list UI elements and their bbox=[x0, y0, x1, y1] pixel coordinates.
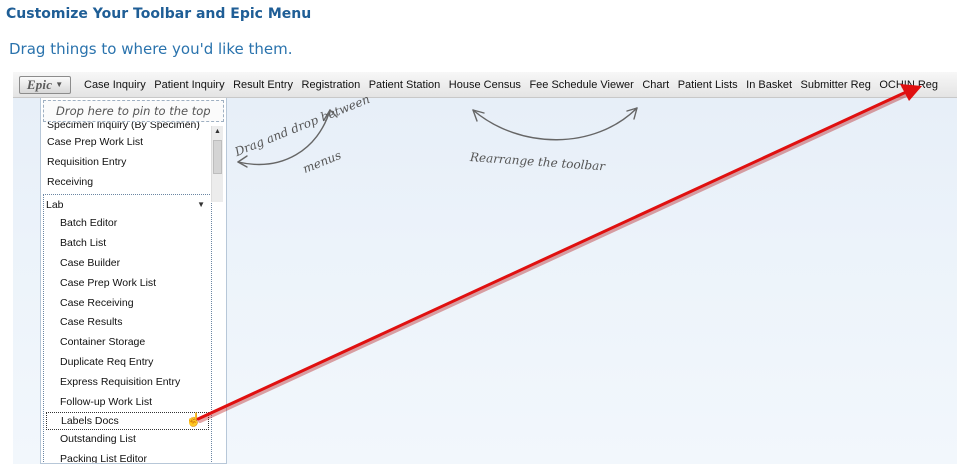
lab-item-container-storage[interactable]: Container Storage bbox=[44, 333, 211, 353]
menu-item-specimen-inquiry[interactable]: Specimen Inquiry (By Specimen) bbox=[41, 122, 226, 133]
lab-item-case-results[interactable]: Case Results bbox=[44, 313, 211, 333]
chevron-down-icon[interactable]: ▼ bbox=[197, 200, 205, 209]
lab-group: Lab ▼ Batch Editor Batch List Case Build… bbox=[43, 194, 212, 463]
lab-item-follow-up-work-list[interactable]: Follow-up Work List bbox=[44, 393, 211, 413]
lab-item-express-requisition-entry[interactable]: Express Requisition Entry bbox=[44, 373, 211, 393]
epic-toolbar: Epic ▼ Case Inquiry Patient Inquiry Resu… bbox=[13, 72, 957, 98]
page-subtitle: Drag things to where you'd like them. bbox=[9, 40, 293, 58]
lab-item-case-prep-work-list[interactable]: Case Prep Work List bbox=[44, 274, 211, 294]
toolbar-item-fee-schedule-viewer[interactable]: Fee Schedule Viewer bbox=[529, 79, 633, 91]
toolbar-item-patient-inquiry[interactable]: Patient Inquiry bbox=[154, 79, 224, 91]
chevron-down-icon: ▼ bbox=[55, 80, 64, 89]
scroll-thumb[interactable] bbox=[213, 140, 222, 174]
lab-item-batch-editor[interactable]: Batch Editor bbox=[44, 214, 211, 234]
lab-group-label: Lab bbox=[46, 198, 64, 211]
page-title: Customize Your Toolbar and Epic Menu bbox=[6, 6, 312, 22]
menu-item-case-prep-work-list[interactable]: Case Prep Work List bbox=[41, 133, 226, 153]
epic-logo: Epic bbox=[26, 76, 53, 92]
grab-hand-icon: ☝ bbox=[185, 412, 202, 428]
epic-menu-button[interactable]: Epic ▼ bbox=[19, 75, 71, 94]
lab-item-batch-list[interactable]: Batch List bbox=[44, 234, 211, 254]
lab-item-case-builder[interactable]: Case Builder bbox=[44, 254, 211, 274]
lab-item-outstanding-list[interactable]: Outstanding List bbox=[44, 430, 211, 450]
lab-group-header[interactable]: Lab ▼ bbox=[44, 195, 211, 214]
menu-item-requisition-entry[interactable]: Requisition Entry bbox=[41, 153, 226, 173]
scroll-up-icon[interactable]: ▲ bbox=[212, 126, 223, 138]
lab-item-labels-docs[interactable]: Labels Docs ☝ bbox=[46, 412, 209, 431]
menu-item-receiving[interactable]: Receiving bbox=[41, 173, 226, 193]
lab-item-packing-list-editor[interactable]: Packing List Editor bbox=[44, 450, 211, 463]
toolbar-item-patient-lists[interactable]: Patient Lists bbox=[678, 79, 738, 91]
toolbar-item-case-inquiry[interactable]: Case Inquiry bbox=[84, 79, 146, 91]
toolbar-item-result-entry[interactable]: Result Entry bbox=[233, 79, 293, 91]
toolbar-item-patient-station[interactable]: Patient Station bbox=[369, 79, 441, 91]
lab-item-case-receiving[interactable]: Case Receiving bbox=[44, 294, 211, 314]
toolbar-items: Case Inquiry Patient Inquiry Result Entr… bbox=[84, 79, 947, 91]
menu-scrollbar[interactable]: ▲ bbox=[211, 126, 223, 202]
toolbar-item-chart[interactable]: Chart bbox=[642, 79, 669, 91]
toolbar-item-in-basket[interactable]: In Basket bbox=[746, 79, 792, 91]
pin-drop-zone[interactable]: Drop here to pin to the top bbox=[43, 100, 224, 122]
toolbar-item-ochin-reg[interactable]: OCHIN Reg bbox=[879, 79, 938, 91]
toolbar-item-registration[interactable]: Registration bbox=[302, 79, 361, 91]
toolbar-item-submitter-reg[interactable]: Submitter Reg bbox=[801, 79, 871, 91]
lab-item-labels-docs-label: Labels Docs bbox=[61, 415, 119, 428]
lab-item-duplicate-req-entry[interactable]: Duplicate Req Entry bbox=[44, 353, 211, 373]
epic-menu-panel: Drop here to pin to the top Specimen Inq… bbox=[40, 98, 227, 464]
toolbar-item-house-census[interactable]: House Census bbox=[449, 79, 521, 91]
